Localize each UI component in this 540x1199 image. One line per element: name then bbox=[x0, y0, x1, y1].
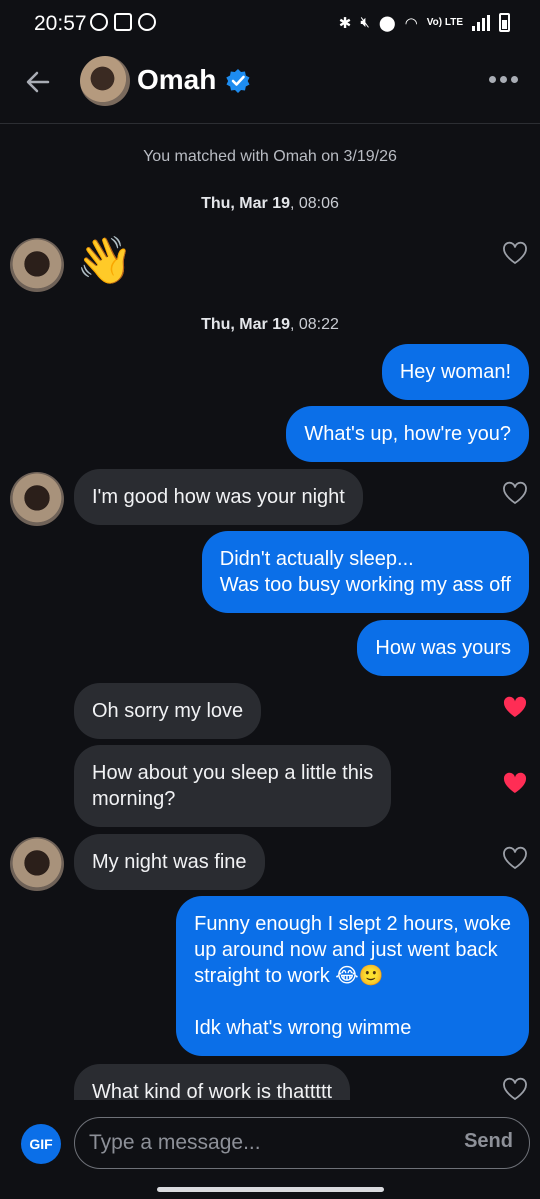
message-input[interactable] bbox=[89, 1128, 449, 1158]
battery-icon bbox=[499, 13, 510, 32]
message-composer: GIF Send bbox=[0, 1100, 540, 1199]
wave-emoji-message[interactable]: 👋 bbox=[76, 232, 133, 288]
date-separator: Thu, Mar 19, 08:06 bbox=[201, 195, 339, 212]
incoming-message[interactable]: My night was fine bbox=[74, 834, 265, 890]
like-heart-icon[interactable] bbox=[502, 1077, 528, 1101]
like-heart-icon[interactable] bbox=[502, 846, 528, 870]
verified-badge-icon bbox=[226, 69, 250, 93]
location-icon: ⬤ bbox=[378, 14, 396, 32]
heart-notification-icon bbox=[138, 13, 156, 31]
outgoing-message[interactable]: Funny enough I slept 2 hours, woke up ar… bbox=[176, 896, 529, 1056]
liked-heart-icon[interactable] bbox=[502, 695, 528, 719]
like-heart-icon[interactable] bbox=[502, 481, 528, 505]
incoming-message[interactable]: Oh sorry my love bbox=[74, 683, 262, 739]
send-button[interactable]: Send bbox=[464, 1130, 513, 1153]
profile-avatar[interactable] bbox=[80, 56, 130, 106]
status-time: 20:57 bbox=[34, 12, 87, 35]
sender-avatar[interactable] bbox=[10, 472, 64, 526]
signal-icon bbox=[472, 14, 490, 31]
system-icons: ✱ 🔇︎ ⬤ ◠ Vo) LTE bbox=[339, 13, 510, 32]
message-input-wrapper: Send bbox=[74, 1117, 530, 1169]
more-options-icon[interactable] bbox=[489, 76, 518, 83]
liked-heart-icon[interactable] bbox=[502, 771, 528, 795]
chat-header: Omah bbox=[0, 48, 540, 124]
outgoing-message[interactable]: Didn't actually sleep... Was too busy wo… bbox=[201, 531, 529, 613]
incoming-message[interactable]: What kind of work is thattttt bbox=[74, 1064, 351, 1100]
outgoing-message[interactable]: Hey woman! bbox=[381, 344, 529, 400]
wifi-icon: ◠ bbox=[404, 14, 418, 32]
outgoing-message[interactable]: What's up, how're you? bbox=[286, 406, 529, 462]
bluetooth-icon: ✱ bbox=[338, 14, 352, 32]
like-heart-icon[interactable] bbox=[502, 241, 528, 265]
incoming-message[interactable]: How about you sleep a little this mornin… bbox=[74, 745, 392, 827]
status-bar: 20:57 ✱ 🔇︎ ⬤ ◠ Vo) LTE bbox=[0, 0, 540, 48]
sender-avatar[interactable] bbox=[10, 238, 64, 292]
sender-avatar[interactable] bbox=[10, 837, 64, 891]
mute-icon: 🔇︎ bbox=[360, 14, 370, 31]
app-notification-icon bbox=[90, 13, 108, 31]
home-indicator[interactable] bbox=[157, 1187, 384, 1192]
incoming-message[interactable]: I'm good how was your night bbox=[74, 469, 363, 525]
gallery-notification-icon bbox=[114, 13, 132, 31]
match-notice: You matched with Omah on 3/19/26 bbox=[143, 148, 397, 165]
date-separator: Thu, Mar 19, 08:22 bbox=[201, 316, 339, 333]
gif-button[interactable]: GIF bbox=[21, 1124, 61, 1164]
lte-icon: Vo) LTE bbox=[426, 17, 463, 28]
outgoing-message[interactable]: How was yours bbox=[357, 620, 529, 676]
profile-name[interactable]: Omah bbox=[137, 64, 216, 96]
back-arrow-icon[interactable] bbox=[22, 66, 54, 98]
notification-icons bbox=[90, 13, 156, 31]
